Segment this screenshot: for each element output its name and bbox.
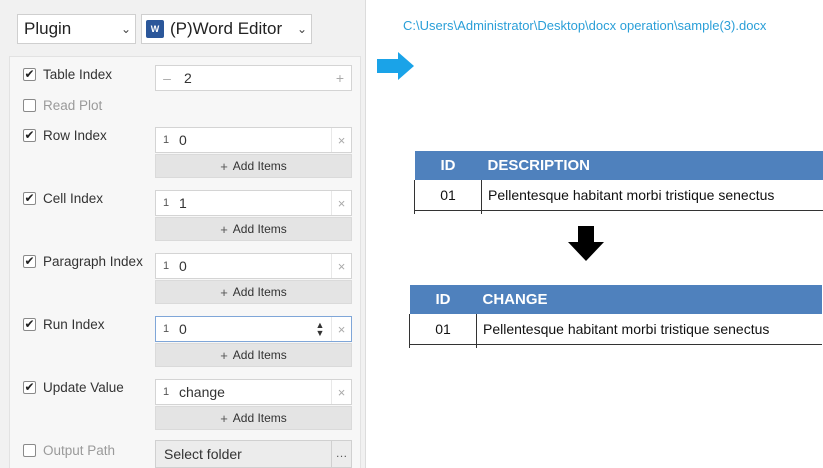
paragraph-index-value: 0 bbox=[179, 258, 187, 274]
run-index-label: Run Index bbox=[43, 317, 105, 332]
chevron-down-icon: ⌄ bbox=[120, 22, 132, 36]
chevron-down-icon: ⌄ bbox=[296, 22, 308, 36]
table-header-id: ID bbox=[409, 285, 477, 314]
add-items-label: Add Items bbox=[232, 348, 287, 362]
update-value-label: Update Value bbox=[43, 380, 124, 395]
close-icon[interactable]: × bbox=[331, 128, 351, 152]
category-select[interactable]: Plugin ⌄ bbox=[17, 14, 136, 44]
update-value-checkbox[interactable]: ✔ bbox=[23, 381, 36, 394]
table-cell-id: 01 bbox=[409, 314, 477, 345]
row-index-input[interactable]: 1 0 × bbox=[155, 127, 352, 153]
plus-icon: + bbox=[220, 284, 228, 300]
table-index-checkbox[interactable]: ✔ bbox=[23, 68, 36, 81]
item-number: 1 bbox=[162, 260, 170, 272]
minus-icon[interactable]: – bbox=[156, 70, 178, 86]
paragraph-index-input[interactable]: 1 0 × bbox=[155, 253, 352, 279]
plus-icon[interactable]: + bbox=[329, 70, 351, 86]
cell-index-input[interactable]: 1 1 × bbox=[155, 190, 352, 216]
down-arrow-icon bbox=[568, 226, 604, 261]
update-value-input[interactable]: 1 change × bbox=[155, 379, 352, 405]
table-header-id: ID bbox=[414, 151, 482, 180]
table-header-change: CHANGE bbox=[476, 285, 822, 314]
run-index-value: 0 bbox=[179, 321, 187, 337]
close-icon[interactable]: × bbox=[331, 380, 351, 404]
table-row: 01 Pellentesque habitant morbi tristique… bbox=[414, 180, 823, 211]
file-path: C:\Users\Administrator\Desktop\docx oper… bbox=[403, 18, 767, 33]
add-items-label: Add Items bbox=[232, 222, 287, 236]
run-index-input[interactable]: 1 0 ▲ ▼ × bbox=[155, 316, 352, 342]
update-value-add-items-button[interactable]: + Add Items bbox=[155, 406, 352, 430]
cell-index-value: 1 bbox=[179, 195, 187, 211]
read-plot-checkbox[interactable] bbox=[23, 99, 36, 112]
row-index-add-items-button[interactable]: + Add Items bbox=[155, 154, 352, 178]
table-row: 01 Pellentesque habitant morbi tristique… bbox=[409, 314, 822, 345]
add-items-label: Add Items bbox=[232, 285, 287, 299]
row-index-value: 0 bbox=[179, 132, 187, 148]
table-header-description: DESCRIPTION bbox=[481, 151, 823, 180]
item-number: 1 bbox=[162, 197, 170, 209]
update-value-value: change bbox=[179, 384, 225, 400]
table-index-label: Table Index bbox=[43, 67, 113, 82]
table-cell-id: 01 bbox=[414, 180, 482, 211]
after-table: ID CHANGE 01 Pellentesque habitant morbi… bbox=[409, 285, 822, 348]
table-cell-text: Pellentesque habitant morbi tristique se… bbox=[481, 180, 823, 211]
read-plot-label: Read Plot bbox=[43, 98, 103, 113]
output-path-checkbox[interactable] bbox=[23, 444, 36, 457]
cell-index-label: Cell Index bbox=[43, 191, 104, 206]
right-arrow-icon bbox=[377, 52, 414, 80]
table-index-stepper[interactable]: – 2 + bbox=[155, 65, 352, 91]
item-number: 1 bbox=[162, 386, 170, 398]
plugin-select[interactable]: W (P)Word Editor ⌄ bbox=[141, 14, 312, 44]
settings-panel: Plugin ⌄ W (P)Word Editor ⌄ ✔ Table Inde… bbox=[0, 0, 366, 468]
run-index-checkbox[interactable]: ✔ bbox=[23, 318, 36, 331]
select-folder-button[interactable]: Select folder … bbox=[155, 440, 352, 468]
row-index-label: Row Index bbox=[43, 128, 107, 143]
paragraph-index-checkbox[interactable]: ✔ bbox=[23, 255, 36, 268]
before-table: ID DESCRIPTION 01 Pellentesque habitant … bbox=[414, 151, 823, 214]
item-number: 1 bbox=[162, 134, 170, 146]
cell-index-checkbox[interactable]: ✔ bbox=[23, 192, 36, 205]
browse-icon[interactable]: … bbox=[331, 441, 351, 467]
spinner-arrows-icon[interactable]: ▲ ▼ bbox=[309, 321, 331, 338]
paragraph-index-add-items-button[interactable]: + Add Items bbox=[155, 280, 352, 304]
word-icon: W bbox=[146, 20, 164, 38]
plus-icon: + bbox=[220, 221, 228, 237]
plus-icon: + bbox=[220, 347, 228, 363]
close-icon[interactable]: × bbox=[331, 317, 351, 341]
paragraph-index-label: Paragraph Index bbox=[43, 254, 143, 269]
row-index-checkbox[interactable]: ✔ bbox=[23, 129, 36, 142]
plus-icon: + bbox=[220, 410, 228, 426]
add-items-label: Add Items bbox=[232, 411, 287, 425]
add-items-label: Add Items bbox=[232, 159, 287, 173]
item-number: 1 bbox=[162, 323, 170, 335]
cell-index-add-items-button[interactable]: + Add Items bbox=[155, 217, 352, 241]
run-index-add-items-button[interactable]: + Add Items bbox=[155, 343, 352, 367]
close-icon[interactable]: × bbox=[331, 191, 351, 215]
table-cell-text: Pellentesque habitant morbi tristique se… bbox=[476, 314, 822, 345]
plus-icon: + bbox=[220, 158, 228, 174]
plugin-select-value: (P)Word Editor bbox=[170, 19, 283, 38]
close-icon[interactable]: × bbox=[331, 254, 351, 278]
table-index-value: 2 bbox=[184, 70, 192, 86]
category-select-value: Plugin bbox=[24, 19, 72, 38]
output-path-label: Output Path bbox=[43, 443, 116, 458]
select-folder-label: Select folder bbox=[164, 446, 242, 462]
